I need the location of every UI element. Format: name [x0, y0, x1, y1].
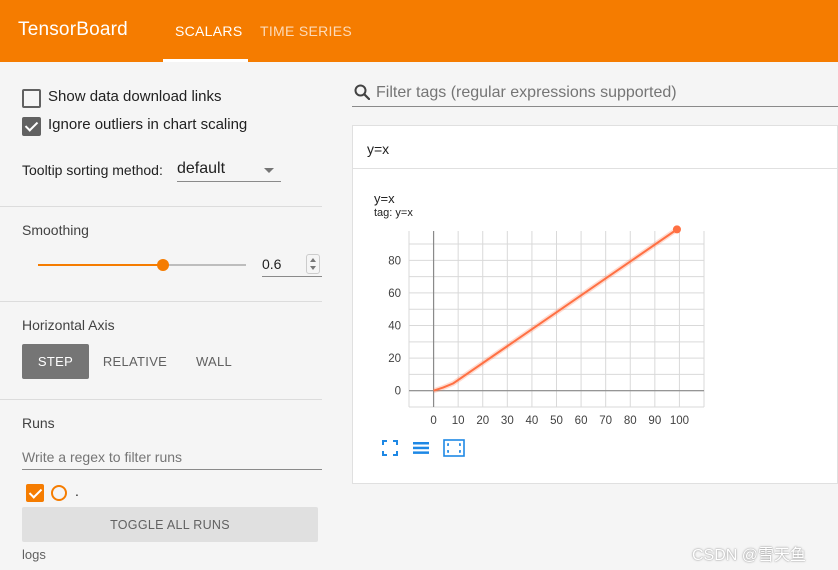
smoothing-value: 0.6 — [262, 256, 282, 272]
y-tick-label: 40 — [388, 321, 401, 333]
app-title: TensorBoard — [18, 19, 128, 40]
tag-filter-input[interactable]: Filter tags (regular expressions support… — [352, 82, 838, 107]
x-tick-label: 100 — [670, 415, 689, 427]
x-tick-label: 50 — [550, 415, 563, 427]
smoothing-slider-thumb[interactable] — [156, 259, 169, 271]
scalar-chart-card: y=x tag: y=x 0 10 20 30 40 50 60 70 80 90 100 0 20 40… — [352, 169, 838, 484]
x-tick-label: 70 — [599, 415, 612, 427]
watermark: CSDN @雪天鱼 — [692, 547, 807, 564]
x-tick-label: 40 — [526, 415, 539, 427]
spinner-icon[interactable] — [306, 254, 320, 274]
section-divider — [0, 301, 322, 302]
x-tick-label: 60 — [575, 415, 588, 427]
axis-relative-button[interactable]: RELATIVE — [98, 344, 172, 379]
runs-label: Runs — [22, 415, 55, 431]
top-app-bar: TensorBoard SCALARS TIME SERIES — [0, 0, 838, 62]
toggle-log-scale-icon[interactable] — [412, 439, 430, 457]
show-download-links-checkbox[interactable] — [22, 89, 41, 108]
y-tick-label: 20 — [388, 353, 401, 365]
horizontal-axis-label: Horizontal Axis — [22, 317, 115, 333]
section-divider — [0, 206, 322, 207]
tooltip-sort-value: default — [177, 160, 226, 177]
runs-filter-placeholder: Write a regex to filter runs — [22, 449, 183, 465]
axis-wall-button[interactable]: WALL — [184, 344, 244, 379]
tag-group-header[interactable]: y=x — [352, 125, 838, 169]
runs-filter-input[interactable]: Write a regex to filter runs — [22, 445, 322, 470]
tab-scalars[interactable]: SCALARS — [175, 23, 242, 39]
x-tick-label: 80 — [624, 415, 637, 427]
x-tick-label: 10 — [452, 415, 465, 427]
sidebar: Show data download links Ignore outliers… — [0, 62, 338, 570]
axis-step-button[interactable]: STEP — [22, 344, 89, 379]
series-endpoint — [672, 225, 681, 234]
tooltip-sort-label: Tooltip sorting method: — [22, 162, 163, 178]
y-tick-label: 80 — [388, 255, 401, 267]
fullscreen-icon[interactable] — [381, 439, 399, 457]
run-checkbox[interactable] — [26, 484, 44, 502]
ignore-outliers-label[interactable]: Ignore outliers in chart scaling — [48, 116, 247, 133]
run-name: . — [75, 483, 79, 499]
show-download-links-label[interactable]: Show data download links — [48, 88, 221, 105]
x-tick-label: 0 — [430, 415, 436, 427]
tag-filter-placeholder: Filter tags (regular expressions support… — [376, 84, 677, 101]
fit-domain-icon[interactable] — [443, 439, 465, 457]
x-tick-label: 90 — [648, 415, 661, 427]
chevron-down-icon — [264, 168, 274, 173]
series-line — [433, 228, 678, 392]
section-divider — [0, 399, 322, 400]
search-icon — [354, 84, 370, 100]
smoothing-input[interactable]: 0.6 — [262, 252, 322, 277]
ignore-outliers-checkbox[interactable] — [22, 117, 41, 136]
smoothing-slider-fill — [38, 264, 163, 266]
line-chart[interactable]: 0 10 20 30 40 50 60 70 80 90 100 0 20 40 60 80 — [353, 169, 838, 429]
x-tick-label: 30 — [501, 415, 514, 427]
x-tick-label: 20 — [476, 415, 489, 427]
y-tick-label: 0 — [395, 386, 401, 398]
tab-time-series[interactable]: TIME SERIES — [260, 23, 352, 39]
tooltip-sort-select[interactable]: default — [177, 159, 281, 182]
run-color-swatch[interactable] — [51, 485, 67, 501]
y-tick-label: 60 — [388, 288, 401, 300]
toggle-all-runs-button[interactable]: TOGGLE ALL RUNS — [22, 507, 318, 542]
tag-group-title: y=x — [367, 141, 390, 157]
smoothing-label: Smoothing — [22, 222, 89, 238]
log-directory: logs — [22, 547, 46, 562]
